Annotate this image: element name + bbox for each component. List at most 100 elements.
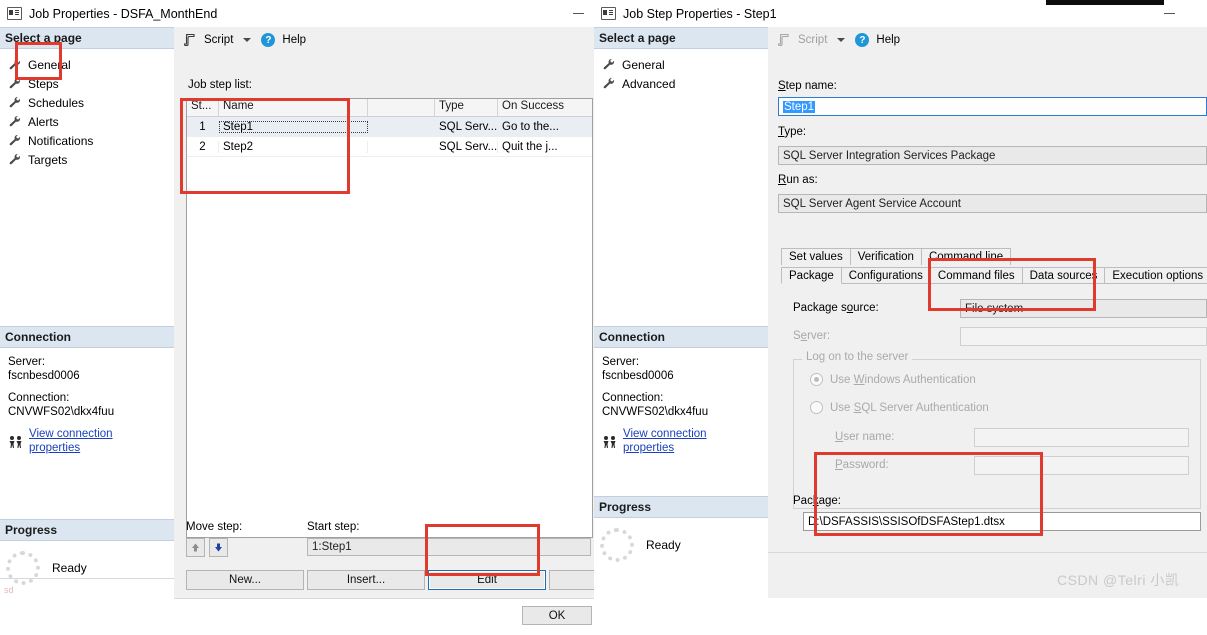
wrench-icon: [8, 77, 23, 90]
server-input[interactable]: [960, 327, 1207, 346]
start-step-label: Start step:: [307, 521, 360, 533]
package-path-input[interactable]: D:\DSFASSIS\SSISOfDSFAStep1.dtsx: [803, 512, 1201, 531]
progress-status: Ready: [646, 538, 681, 552]
edit-button[interactable]: Edit: [428, 570, 546, 590]
user-name-field[interactable]: [974, 428, 1189, 447]
tab-verification[interactable]: Verification: [849, 248, 922, 265]
tabs-top: Set values Verification Command line: [781, 248, 1012, 265]
server-label: Server:: [793, 330, 831, 342]
sidebar-item-general[interactable]: General: [600, 55, 768, 74]
column-header-blank[interactable]: [368, 99, 435, 116]
insert-button[interactable]: Insert...: [307, 570, 425, 590]
spinner-icon: [6, 551, 40, 585]
sidebar-item-label: Alerts: [28, 114, 59, 129]
tab-data-sources[interactable]: Data sources: [1021, 267, 1106, 284]
sidebar-item-steps[interactable]: Steps: [6, 74, 174, 93]
server-value: fscnbesd0006: [8, 369, 80, 382]
server-value: fscnbesd0006: [602, 369, 674, 382]
arrow-up-icon[interactable]: [186, 538, 205, 557]
job-properties-titlebar: Job Properties - DSFA_MonthEnd: [0, 0, 601, 28]
connection-people-icon: [8, 435, 23, 449]
bottom-left-artifact: sd: [4, 585, 14, 595]
tab-command-files[interactable]: Command files: [929, 267, 1023, 284]
radio-selected-icon: [810, 373, 823, 386]
job-properties-window: Job Properties - DSFA_MonthEnd Select a …: [0, 0, 667, 625]
help-button[interactable]: Help: [876, 34, 900, 46]
cell-on-success: Go to the...: [502, 120, 559, 133]
view-connection-properties-link[interactable]: View connection properties: [623, 428, 760, 455]
progress-header: Progress: [594, 496, 768, 518]
job-step-list-grid[interactable]: St... Name Type On Success 1 Step1 SQL S…: [186, 98, 593, 538]
sidebar-item-schedules[interactable]: Schedules: [6, 93, 174, 112]
script-button[interactable]: Script: [204, 34, 233, 46]
use-sql-server-authentication-radio[interactable]: Use SQL Server Authentication: [810, 401, 989, 414]
tab-command-line[interactable]: Command line: [920, 248, 1012, 265]
job-step-properties-left-pane: Select a page General Advanced Connectio…: [594, 27, 769, 598]
question-icon[interactable]: ?: [855, 33, 870, 47]
package-label: Package:: [793, 495, 841, 507]
job-step-properties-right-pane: Script ? Help Step name: Step1 Type: SQL…: [768, 27, 1207, 598]
spinner-icon: [600, 528, 634, 562]
wrench-icon: [8, 58, 23, 71]
sidebar-item-general[interactable]: General: [6, 55, 174, 74]
cell-step: 2: [187, 140, 219, 153]
new-button[interactable]: New...: [186, 570, 304, 590]
tab-package[interactable]: Package: [781, 267, 842, 284]
move-step-buttons: [186, 538, 228, 557]
column-header-name[interactable]: Name: [219, 99, 368, 116]
help-button[interactable]: Help: [282, 34, 306, 46]
chevron-down-icon[interactable]: [837, 38, 846, 42]
run-as-select[interactable]: SQL Server Agent Service Account: [778, 194, 1207, 213]
table-row[interactable]: 1 Step1 SQL Serv... Go to the...: [187, 117, 592, 137]
cell-name: Step2: [219, 140, 368, 153]
tab-set-values[interactable]: Set values: [781, 248, 851, 265]
dialog-icon: [7, 7, 22, 20]
column-header-on-success[interactable]: On Success: [498, 99, 590, 116]
column-header-type[interactable]: Type: [435, 99, 498, 116]
progress-header: Progress: [0, 519, 174, 541]
sidebar-item-advanced[interactable]: Advanced: [600, 74, 768, 93]
view-connection-properties-row[interactable]: View connection properties: [8, 428, 166, 455]
sidebar-item-targets[interactable]: Targets: [6, 150, 174, 169]
cell-name: Step1: [219, 120, 368, 133]
script-button[interactable]: Script: [798, 34, 827, 46]
job-properties-content: Job step list: St... Name Type On Succes…: [174, 53, 667, 625]
sidebar-item-notifications[interactable]: Notifications: [6, 131, 174, 150]
column-header-step[interactable]: St...: [187, 99, 219, 116]
step-name-input[interactable]: Step1: [778, 97, 1207, 116]
sidebar-item-label: Schedules: [28, 95, 85, 110]
chevron-down-icon[interactable]: [243, 38, 252, 42]
connection-value: CNVWFS02\dkx4fuu: [8, 405, 115, 418]
ok-button[interactable]: OK: [522, 606, 592, 625]
step-name-label: Step name:: [778, 80, 837, 92]
wrench-icon: [602, 77, 617, 90]
job-step-properties-window: Job Step Properties - Step1 Select a pag…: [594, 0, 1207, 598]
wrench-icon: [8, 115, 23, 128]
view-connection-properties-row[interactable]: View connection properties: [602, 428, 760, 455]
password-field[interactable]: [974, 456, 1189, 475]
question-icon[interactable]: ?: [261, 33, 276, 47]
tab-configurations[interactable]: Configurations: [840, 267, 931, 284]
connection-body: Server: fscnbesd0006 Connection: CNVWFS0…: [0, 348, 174, 463]
connection-label: Connection:: [8, 392, 70, 404]
job-step-properties-toolbar: Script ? Help: [768, 27, 1207, 54]
arrow-down-icon[interactable]: [209, 538, 228, 557]
progress-status: Ready: [52, 561, 87, 575]
job-properties-title: Job Properties - DSFA_MonthEnd: [29, 6, 218, 21]
radio-unselected-icon: [810, 401, 823, 414]
watermark: CSDN @Telri 小凯: [1057, 572, 1180, 588]
sidebar-item-alerts[interactable]: Alerts: [6, 112, 174, 131]
move-step-label: Move step:: [186, 521, 243, 533]
connection-body: Server: fscnbesd0006 Connection: CNVWFS0…: [594, 348, 768, 463]
type-select[interactable]: SQL Server Integration Services Package: [778, 146, 1207, 165]
use-windows-authentication-radio[interactable]: Use Windows Authentication: [810, 373, 976, 386]
script-icon: [183, 33, 197, 47]
package-source-select[interactable]: File system: [960, 299, 1207, 318]
view-connection-properties-link[interactable]: View connection properties: [29, 428, 166, 455]
type-label: Type:: [778, 126, 807, 138]
table-row[interactable]: 2 Step2 SQL Serv... Quit the j...: [187, 137, 592, 157]
sidebar-item-label: General: [622, 57, 665, 72]
server-label: Server:: [602, 356, 640, 368]
start-step-select[interactable]: 1:Step1: [307, 538, 591, 556]
tab-execution-options[interactable]: Execution options: [1104, 267, 1207, 284]
